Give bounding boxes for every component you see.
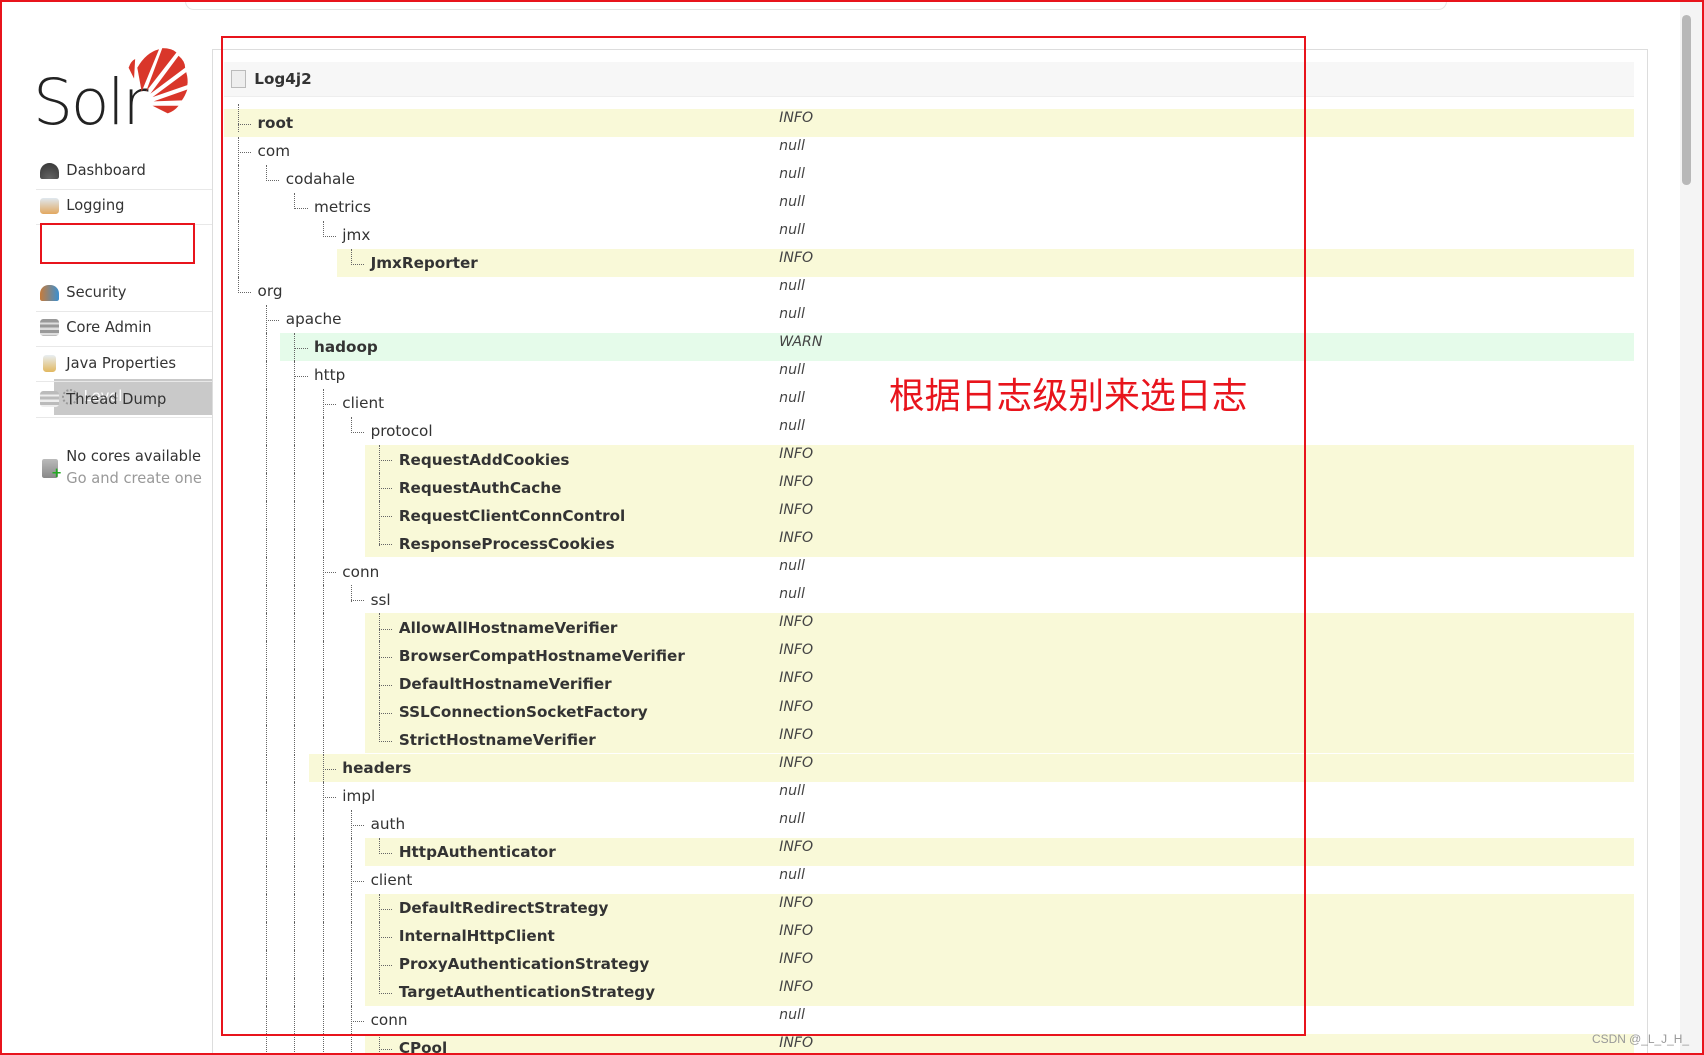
- solr-admin-page: Solr Dashboard Logging Level Security Co…: [0, 0, 1704, 1055]
- annotation-border: [0, 0, 1704, 1055]
